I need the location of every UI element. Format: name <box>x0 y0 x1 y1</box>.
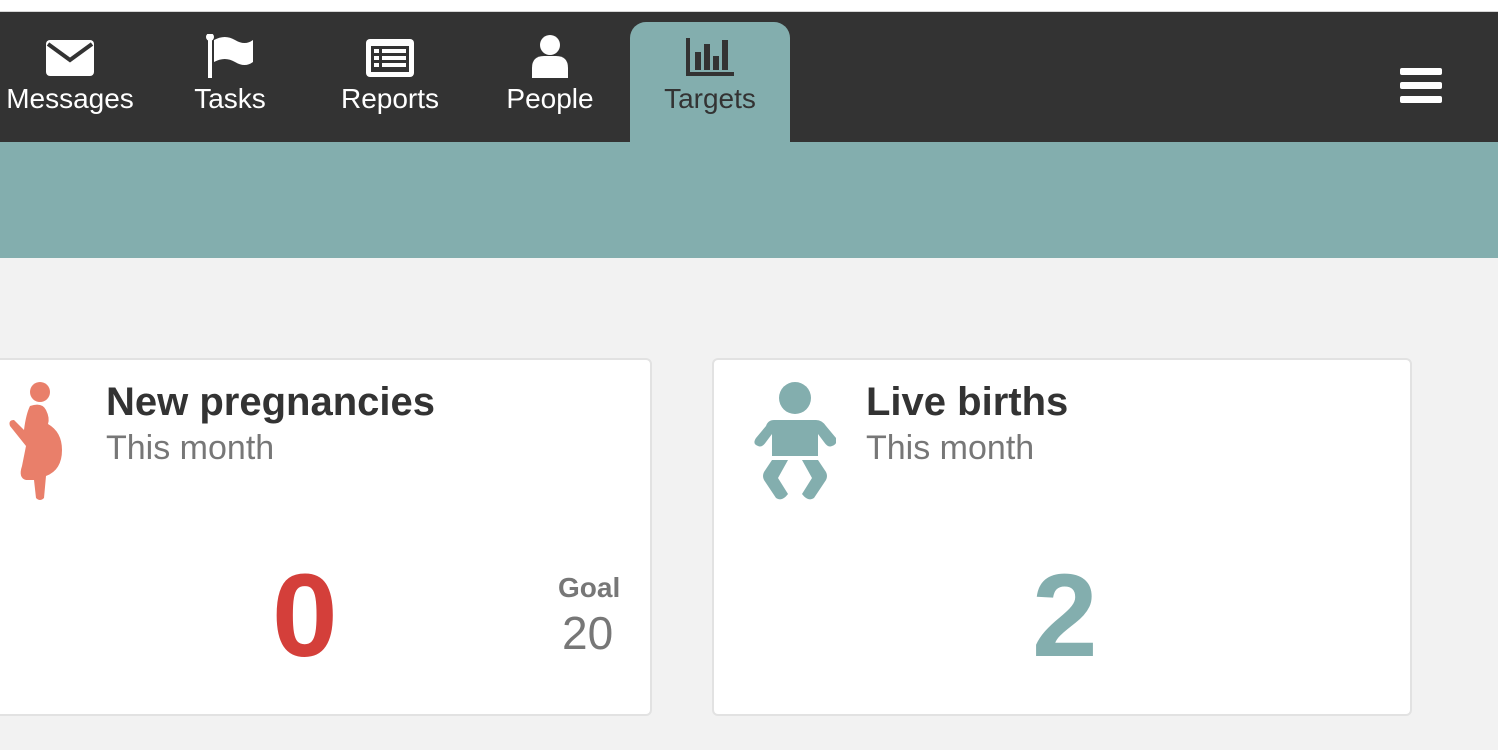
target-title: New pregnancies <box>106 380 436 424</box>
envelope-icon <box>45 32 95 78</box>
tab-tasks-label: Tasks <box>194 83 266 114</box>
page-header-band <box>0 142 1498 258</box>
target-count: 0 <box>272 550 338 682</box>
tab-targets[interactable]: Targets <box>630 22 790 142</box>
list-icon <box>365 32 415 78</box>
tab-messages-label: Messages <box>6 83 134 114</box>
tab-people-label: People <box>506 83 594 114</box>
pregnant-woman-icon <box>4 380 64 507</box>
goal-value: 20 <box>562 607 614 659</box>
tab-reports-label: Reports <box>340 83 440 114</box>
goal-label: Goal <box>558 572 621 603</box>
target-title: Live births <box>866 380 1069 424</box>
flag-icon <box>205 32 255 78</box>
target-period: This month <box>106 429 275 467</box>
tab-people[interactable]: People <box>470 22 630 142</box>
baby-icon <box>754 380 837 507</box>
person-icon <box>530 32 570 78</box>
navbar: Messages Tasks Reports People Targets <box>0 12 1498 142</box>
target-period: This month <box>866 429 1035 467</box>
bar-chart-icon <box>684 32 736 78</box>
tab-reports[interactable]: Reports <box>310 22 470 142</box>
tab-tasks[interactable]: Tasks <box>150 22 310 142</box>
tab-targets-label: Targets <box>664 83 756 114</box>
target-card-live-births: Live births This month 2 <box>712 358 1412 716</box>
hamburger-icon[interactable] <box>1398 66 1446 106</box>
target-card-new-pregnancies: New pregnancies This month 0 Goal 20 <box>0 358 652 716</box>
tab-messages[interactable]: Messages <box>0 22 150 142</box>
browser-top-strip <box>0 0 1498 12</box>
target-count: 2 <box>1032 550 1098 682</box>
